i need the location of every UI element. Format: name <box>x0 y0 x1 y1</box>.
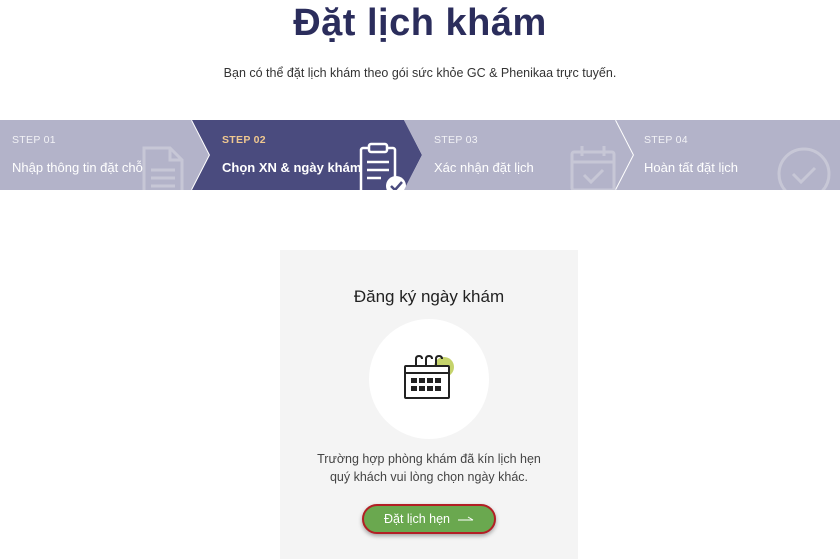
step-1-number: STEP 01 <box>12 134 56 146</box>
step-3-label: Xác nhận đặt lịch <box>434 160 534 175</box>
booking-note-line-1: Trường hợp phòng khám đã kín lịch hẹn <box>317 452 541 466</box>
book-appointment-label: Đặt lịch hẹn <box>383 512 450 526</box>
page-title: Đặt lịch khám <box>293 2 547 44</box>
step-4-number: STEP 04 <box>644 134 688 146</box>
step-2-number: STEP 02 <box>222 134 266 146</box>
step-4-label: Hoàn tất đặt lịch <box>644 160 738 175</box>
booking-date-card: Đăng ký ngày khám Trường hợp phòng khám … <box>280 250 578 559</box>
book-appointment-button[interactable]: Đặt lịch hẹn <box>362 504 496 534</box>
page-subtitle: Bạn có thể đặt lịch khám theo gói sức kh… <box>223 66 617 80</box>
step-4[interactable]: STEP 04 Hoàn tất đặt lịch <box>616 120 840 190</box>
step-2-label: Chọn XN & ngày khám <box>222 160 362 175</box>
check-circle-icon <box>777 147 831 190</box>
clipboard-check-icon <box>359 142 406 190</box>
calendar-icon-circle <box>369 319 489 439</box>
step-1-label: Nhập thông tin đặt chỗ <box>12 160 143 175</box>
step-1[interactable]: STEP 01 Nhập thông tin đặt chỗ <box>0 120 212 190</box>
step-2[interactable]: STEP 02 Chọn XN & ngày khám <box>192 120 422 190</box>
arrow-right-icon <box>458 516 474 521</box>
document-icon <box>142 146 184 190</box>
card-title: Đăng ký ngày khám <box>353 287 505 306</box>
step-3[interactable]: STEP 03 Xác nhận đặt lịch <box>404 120 634 190</box>
calendar-icon <box>404 354 454 399</box>
step-3-number: STEP 03 <box>434 134 478 146</box>
booking-note-line-2: quý khách vui lòng chọn ngày khác. <box>329 470 529 484</box>
step-progress-bar: STEP 01 Nhập thông tin đặt chỗ STEP 02 C… <box>0 120 840 190</box>
booking-note: Trường hợp phòng khám đã kín lịch hẹn qu… <box>280 450 578 486</box>
calendar-check-icon <box>570 146 616 190</box>
